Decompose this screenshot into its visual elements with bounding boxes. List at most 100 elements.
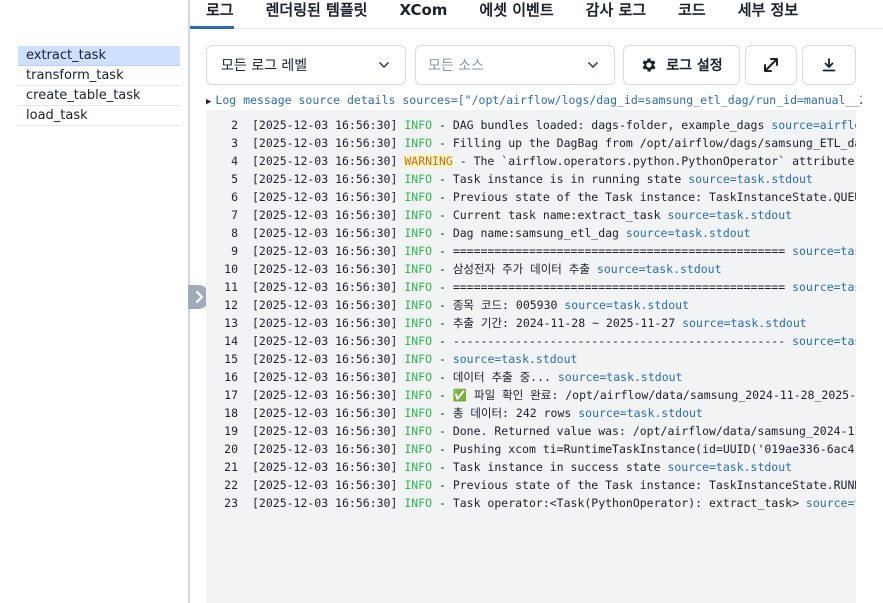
- log-line-number: 22: [224, 478, 238, 492]
- log-line-number: 6: [231, 190, 238, 204]
- log-message: - Previous state of the Task instance: T…: [432, 478, 856, 492]
- log-message: - Task instance is in running state: [432, 172, 689, 186]
- log-message: - 추출 기간: 2024-11-28 ~ 2025-11-27: [432, 316, 683, 330]
- log-line-number: 8: [231, 226, 238, 240]
- tab-4[interactable]: 에셋 이벤트: [463, 0, 553, 29]
- tab-5[interactable]: 감사 로그: [570, 0, 646, 29]
- log-source: source=task.stdout: [667, 208, 793, 222]
- tab-7[interactable]: 세부 정보: [722, 0, 798, 29]
- log-line: 6 [2025-12-03 16:56:30] INFO - Previous s…: [206, 188, 856, 206]
- log-source: source=task.stdout: [578, 406, 703, 420]
- log-level: INFO: [404, 244, 433, 258]
- log-line: 9 [2025-12-03 16:56:30] INFO - ==========…: [206, 242, 856, 260]
- log-timestamp: [2025-12-03 16:56:30]: [252, 262, 398, 276]
- log-message: - 삼성전자 주가 데이터 추출: [432, 262, 597, 276]
- log-timestamp: [2025-12-03 16:56:30]: [252, 244, 398, 258]
- log-line: 15 [2025-12-03 16:56:30] INFO - source=ta…: [206, 350, 856, 368]
- log-level: INFO: [404, 316, 433, 330]
- task-item[interactable]: transform_task: [18, 66, 180, 86]
- log-line-number: 23: [224, 496, 238, 510]
- fullscreen-button[interactable]: [745, 45, 797, 85]
- log-timestamp: [2025-12-03 16:56:30]: [252, 496, 398, 510]
- log-line: 14 [2025-12-03 16:56:30] INFO - ---------…: [206, 332, 856, 350]
- triangle-right-icon: ▶: [206, 97, 212, 107]
- log-timestamp: [2025-12-03 16:56:30]: [252, 352, 398, 366]
- log-timestamp: [2025-12-03 16:56:30]: [252, 442, 398, 456]
- log-message: - ======================================…: [432, 280, 793, 294]
- log-line: 5 [2025-12-03 16:56:30] INFO - Task insta…: [206, 170, 856, 188]
- log-line-number: 20: [224, 442, 238, 456]
- log-timestamp: [2025-12-03 16:56:30]: [252, 118, 398, 132]
- log-line-number: 10: [224, 262, 238, 276]
- log-line-number: 14: [224, 334, 238, 348]
- log-source-details-toggle[interactable]: ▶ Log message source details sources=["/o…: [206, 92, 862, 108]
- log-message: - ✅ 파일 확인 완료: /opt/airflow/data/samsung_…: [432, 388, 856, 402]
- log-line-number: 13: [224, 316, 238, 330]
- log-level: INFO: [404, 334, 433, 348]
- tab-1[interactable]: 로그: [190, 0, 234, 29]
- log-line: 19 [2025-12-03 16:56:30] INFO - Done. Ret…: [206, 422, 856, 440]
- log-line-number: 16: [224, 370, 238, 384]
- expand-icon: [764, 58, 778, 72]
- log-level: INFO: [404, 208, 433, 222]
- tab-2[interactable]: 렌더링된 템플릿: [250, 0, 368, 29]
- log-source-select[interactable]: 모든 소스: [415, 45, 615, 85]
- download-icon: [822, 58, 836, 72]
- log-line: 4 [2025-12-03 16:56:30] WARNING - The `ai…: [206, 152, 856, 170]
- chevron-down-icon: [588, 62, 598, 68]
- log-source: source=task.stdout: [596, 262, 722, 276]
- log-timestamp: [2025-12-03 16:56:30]: [252, 334, 398, 348]
- log-line: 10 [2025-12-03 16:56:30] INFO - 삼성전자 주가 데…: [206, 260, 856, 278]
- log-message: - Task instance in success state: [432, 460, 668, 474]
- log-timestamp: [2025-12-03 16:56:30]: [252, 370, 398, 384]
- log-source: source=task.stdout: [625, 226, 751, 240]
- log-source: source=airflow.da: [771, 118, 856, 132]
- log-message: - Pushing xcom ti=RuntimeTaskInstance(id…: [432, 442, 856, 456]
- log-message: - ======================================…: [432, 244, 793, 258]
- log-message: - Current task name:extract_task: [432, 208, 668, 222]
- log-line-number: 19: [224, 424, 238, 438]
- log-timestamp: [2025-12-03 16:56:30]: [252, 208, 398, 222]
- log-level: INFO: [404, 226, 433, 240]
- log-level: INFO: [404, 496, 433, 510]
- log-timestamp: [2025-12-03 16:56:30]: [252, 460, 398, 474]
- log-level: WARNING: [404, 154, 453, 168]
- log-settings-button[interactable]: 로그 설정: [623, 45, 740, 85]
- log-source: source=task.stdout: [667, 460, 793, 474]
- chevron-down-icon: [379, 62, 389, 68]
- tab-6[interactable]: 코드: [662, 0, 706, 29]
- task-item[interactable]: load_task: [18, 106, 180, 126]
- log-timestamp: [2025-12-03 16:56:30]: [252, 190, 398, 204]
- log-level: INFO: [404, 136, 433, 150]
- chevron-right-icon: [195, 291, 204, 303]
- log-line: 16 [2025-12-03 16:56:30] INFO - 데이터 추출 중.…: [206, 368, 856, 386]
- log-message: - The `airflow.operators.python.PythonOp…: [452, 154, 856, 168]
- tab-bar: 로그 렌더링된 템플릿 XCom 에셋 이벤트 감사 로그 코드 세부 정보: [190, 0, 883, 29]
- log-level: INFO: [404, 442, 433, 456]
- log-level: INFO: [404, 190, 433, 204]
- log-timestamp: [2025-12-03 16:56:30]: [252, 172, 398, 186]
- log-message: - Task operator:<Task(PythonOperator): e…: [432, 496, 806, 510]
- log-level-select[interactable]: 모든 로그 레벨: [206, 45, 406, 85]
- log-timestamp: [2025-12-03 16:56:30]: [252, 298, 398, 312]
- log-message: - Done. Returned value was: /opt/airflow…: [432, 424, 856, 438]
- log-timestamp: [2025-12-03 16:56:30]: [252, 316, 398, 330]
- log-timestamp: [2025-12-03 16:56:30]: [252, 388, 398, 402]
- log-level: INFO: [404, 370, 433, 384]
- tab-3[interactable]: XCom: [383, 0, 447, 29]
- download-button[interactable]: [802, 45, 856, 85]
- log-source: source=task.: [805, 496, 856, 510]
- log-line: 22 [2025-12-03 16:56:30] INFO - Previous …: [206, 476, 856, 494]
- log-source: source=task.stdout: [688, 172, 813, 186]
- task-item[interactable]: extract_task: [18, 46, 180, 66]
- log-panel[interactable]: 2 [2025-12-03 16:56:30] INFO - DAG bundle…: [206, 110, 856, 603]
- log-source: source=task.stdout: [682, 316, 807, 330]
- log-timestamp: [2025-12-03 16:56:30]: [252, 424, 398, 438]
- log-level: INFO: [404, 352, 433, 366]
- task-list: extract_task transform_task create_table_t…: [18, 46, 180, 126]
- task-item[interactable]: create_table_task: [18, 86, 180, 106]
- log-timestamp: [2025-12-03 16:56:30]: [252, 478, 398, 492]
- log-level: INFO: [404, 406, 433, 420]
- log-level: INFO: [404, 262, 433, 276]
- log-source: source=task.: [792, 334, 856, 348]
